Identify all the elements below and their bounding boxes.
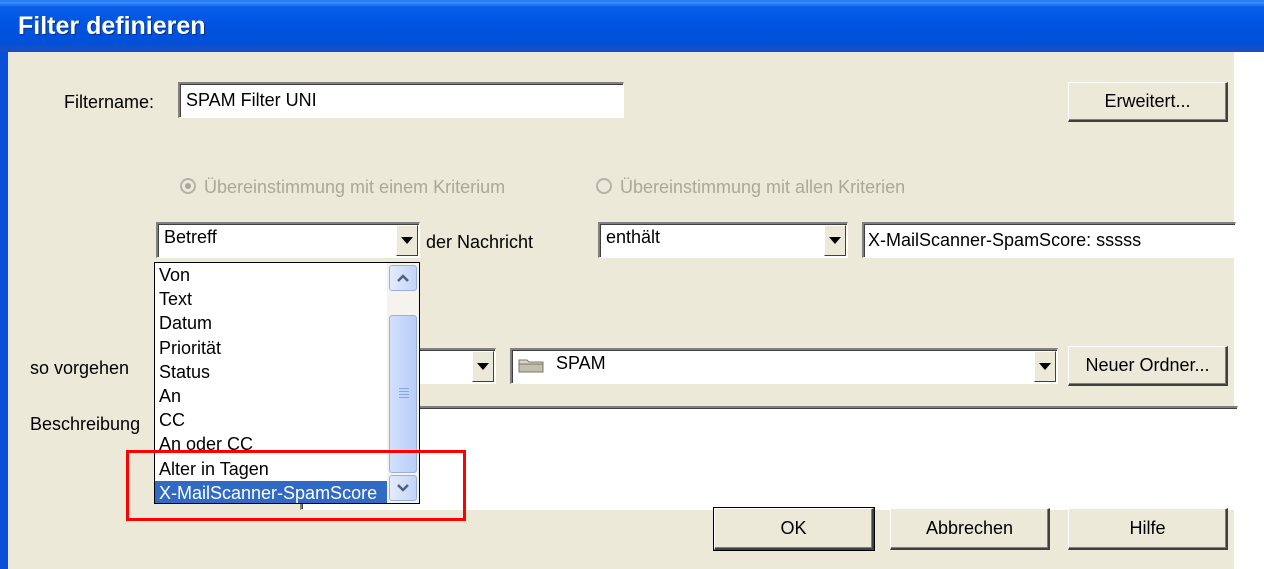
field-combobox-value: Betreff xyxy=(164,227,217,247)
folder-combobox[interactable]: SPAM xyxy=(510,348,1058,384)
filtername-input[interactable]: SPAM Filter UNI xyxy=(178,82,624,118)
criteria-value: X-MailScanner-SpamScore: sssss xyxy=(868,230,1142,250)
chevron-up-icon xyxy=(397,274,409,282)
action-label: so vorgehen xyxy=(30,358,130,378)
chevron-down-icon xyxy=(829,237,841,244)
operator-dropdown-button[interactable] xyxy=(824,225,846,256)
description-label: Beschreibung xyxy=(30,414,141,434)
filtername-value: SPAM Filter UNI xyxy=(186,90,317,110)
operator-combobox-value: enthält xyxy=(606,227,661,247)
new-folder-button[interactable]: Neuer Ordner... xyxy=(1068,346,1228,386)
filter-dialog: Filter definieren Filtername: SPAM Filte… xyxy=(0,0,1264,569)
action-dropdown-button[interactable] xyxy=(472,351,494,382)
list-item-von[interactable]: Von xyxy=(155,263,387,287)
list-item-an[interactable]: An xyxy=(155,384,387,408)
help-button[interactable]: Hilfe xyxy=(1068,508,1228,550)
folder-dropdown-button[interactable] xyxy=(1034,351,1056,382)
folder-icon xyxy=(518,359,544,373)
window-border-left xyxy=(0,52,8,569)
match-all-label: Übereinstimmung mit allen Kriterien xyxy=(620,177,906,197)
chevron-down-icon xyxy=(1039,363,1051,370)
ok-button[interactable]: OK xyxy=(713,507,875,551)
grip-line xyxy=(399,394,409,395)
field-dropdown-button[interactable] xyxy=(396,225,418,256)
grip-line xyxy=(399,397,409,398)
match-any-label: Übereinstimmung mit einem Kriterium xyxy=(204,177,506,197)
criteria-value-input[interactable]: X-MailScanner-SpamScore: sssss xyxy=(862,222,1236,258)
chevron-down-icon xyxy=(401,237,413,244)
window-title: Filter definieren xyxy=(18,12,206,40)
list-item-prioritaet[interactable]: Priorität xyxy=(155,336,387,360)
scroll-up-button[interactable] xyxy=(389,265,417,291)
list-item-status[interactable]: Status xyxy=(155,360,387,384)
radio-match-all[interactable] xyxy=(596,178,612,194)
list-item-text[interactable]: Text xyxy=(155,287,387,311)
title-bar[interactable]: Filter definieren xyxy=(0,0,1264,52)
list-item-cc[interactable]: CC xyxy=(155,408,387,432)
window-border-right xyxy=(1234,52,1264,569)
cancel-button[interactable]: Abbrechen xyxy=(890,508,1050,550)
grip-line xyxy=(399,391,409,392)
criteria-suffix-label: der Nachricht xyxy=(426,232,534,252)
grip-line xyxy=(399,388,409,389)
field-combobox[interactable]: Betreff xyxy=(156,222,420,258)
filtername-label: Filtername: xyxy=(64,92,155,112)
operator-combobox[interactable]: enthält xyxy=(598,222,848,258)
folder-combobox-value: SPAM xyxy=(556,353,606,373)
advanced-button[interactable]: Erweitert... xyxy=(1068,82,1228,122)
annotation-highlight-box xyxy=(126,450,466,521)
list-item-datum[interactable]: Datum xyxy=(155,311,387,335)
radio-match-any[interactable] xyxy=(180,178,196,194)
radio-dot-icon xyxy=(185,183,191,189)
chevron-down-icon xyxy=(477,363,489,370)
